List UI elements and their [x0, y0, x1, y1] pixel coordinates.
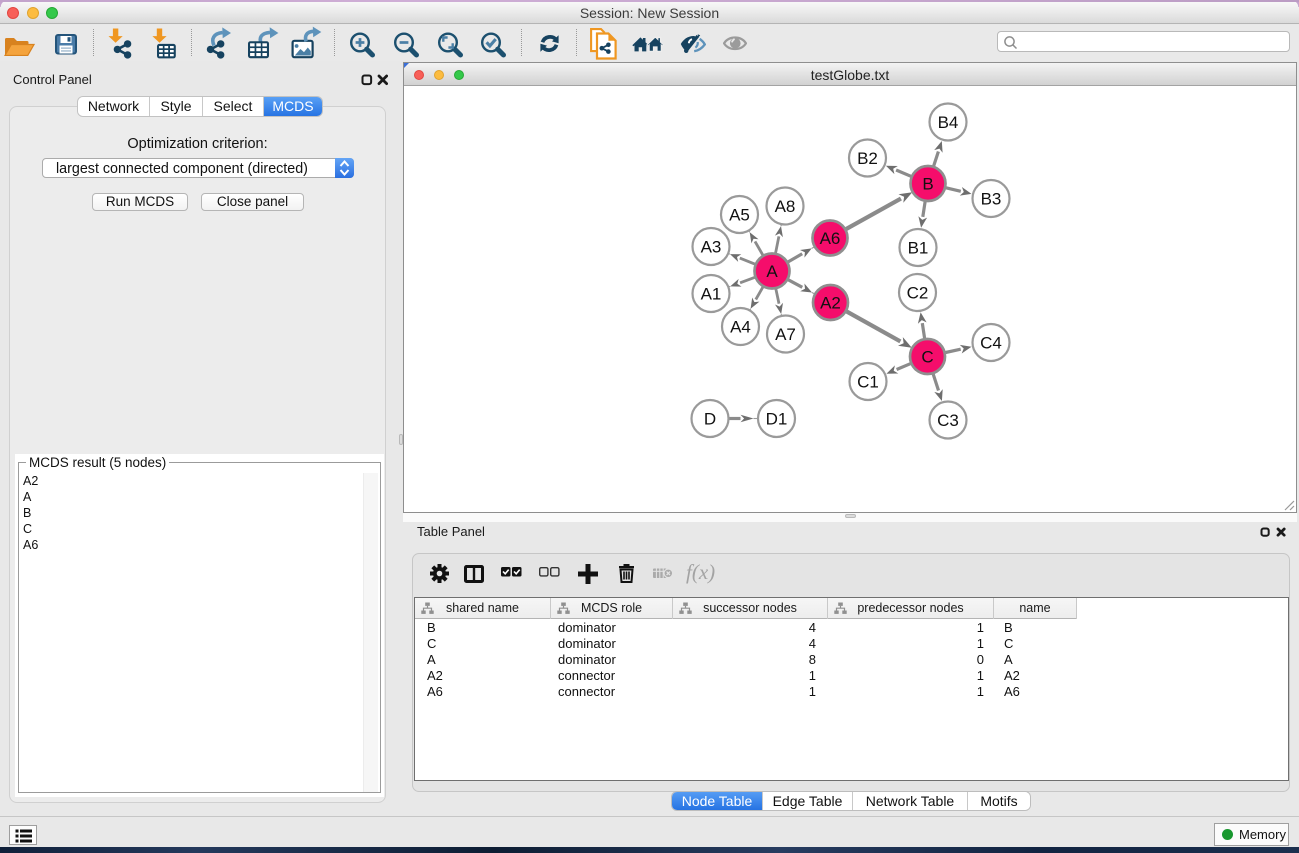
svg-text:D: D	[704, 410, 716, 429]
svg-text:B1: B1	[908, 239, 929, 258]
svg-text:C2: C2	[907, 284, 929, 303]
svg-text:B3: B3	[981, 190, 1002, 209]
svg-text:A5: A5	[729, 206, 750, 225]
svg-text:A6: A6	[820, 229, 841, 248]
svg-text:A8: A8	[775, 197, 796, 216]
svg-text:D1: D1	[766, 410, 788, 429]
svg-text:A4: A4	[730, 318, 751, 337]
svg-text:A2: A2	[820, 294, 841, 313]
svg-text:C3: C3	[937, 411, 959, 430]
svg-text:B4: B4	[938, 113, 959, 132]
svg-text:A: A	[766, 262, 778, 281]
svg-text:A3: A3	[701, 238, 722, 257]
svg-text:C1: C1	[857, 373, 879, 392]
svg-text:A7: A7	[775, 325, 796, 344]
svg-text:C: C	[921, 348, 933, 367]
svg-text:A1: A1	[701, 285, 722, 304]
svg-text:B: B	[922, 175, 933, 194]
svg-text:B2: B2	[857, 149, 878, 168]
svg-text:C4: C4	[980, 334, 1002, 353]
